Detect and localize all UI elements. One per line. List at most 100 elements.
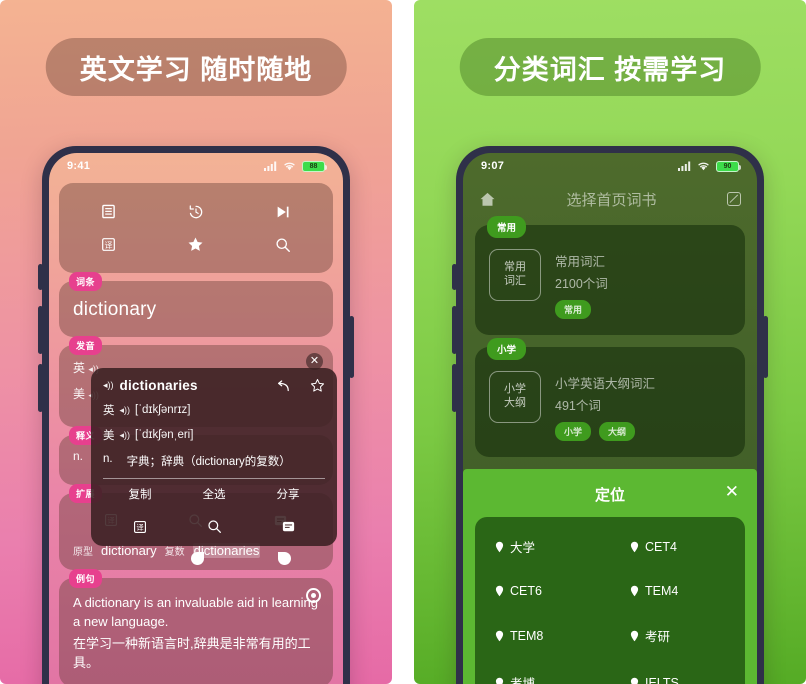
phone-right-volume-up-button[interactable] xyxy=(452,306,457,354)
book-word-count: 491个词 xyxy=(555,399,601,413)
status-bar-left: 9:41 88 xyxy=(49,153,343,179)
status-time: 9:41 xyxy=(67,160,91,172)
wifi-icon xyxy=(697,161,710,171)
next-icon[interactable] xyxy=(275,204,291,220)
phone-left-mute-button[interactable] xyxy=(38,264,43,290)
popup-word: dictionaries xyxy=(119,378,198,393)
locate-option-label: CET4 xyxy=(645,539,677,554)
word-card-tag: 词条 xyxy=(69,272,103,291)
app-store-screenshot-pair: 英文学习 随时随地 9:41 88 译 词条 dictionary 发音 ✕ 英… xyxy=(0,0,806,684)
popup-action-copy[interactable]: 复制 xyxy=(103,486,177,502)
book-chips: 常用 xyxy=(555,300,608,319)
phone-left-volume-up-button[interactable] xyxy=(38,306,43,354)
book-chip: 大纲 xyxy=(599,422,636,441)
book-thumbnail: 小学 大纲 xyxy=(489,371,541,423)
star-outline-icon[interactable] xyxy=(310,378,325,393)
phone-right-volume-down-button[interactable] xyxy=(452,364,457,412)
popup-action-share[interactable]: 分享 xyxy=(251,486,325,502)
book-thumbnail-line1: 常用 xyxy=(504,261,526,274)
book-row: 小学 大纲 小学英语大纲词汇 491个词 小学 大纲 xyxy=(489,371,731,441)
example-english: A dictionary is an invaluable aid in lea… xyxy=(73,595,318,629)
undo-icon[interactable] xyxy=(274,379,290,393)
pin-icon xyxy=(495,585,504,597)
locate-option-label: IELTS xyxy=(645,675,679,684)
home-icon[interactable] xyxy=(479,191,496,208)
locate-option[interactable]: 考研 xyxy=(610,612,745,659)
pin-icon xyxy=(630,630,639,642)
popup-definition: 字典；辞典（dictionary的复数） xyxy=(126,456,291,468)
locate-options-grid: 大学 CET4 CET6 TEM4 TEM8 考研 考博 IELTS xyxy=(475,517,745,684)
status-time: 9:07 xyxy=(481,160,505,172)
pin-icon xyxy=(630,585,639,597)
signal-icon xyxy=(678,161,691,171)
locate-option[interactable]: CET6 xyxy=(475,570,610,612)
status-bar-right: 9:07 90 xyxy=(463,153,757,179)
panel-left: 英文学习 随时随地 9:41 88 译 词条 dictionary 发音 ✕ 英… xyxy=(0,0,392,684)
status-indicators: 88 xyxy=(264,160,327,172)
locate-option[interactable]: IELTS xyxy=(610,659,745,684)
pron-uk-label: 英 xyxy=(73,361,86,375)
speaker-icon[interactable]: ◂)) xyxy=(120,430,131,441)
book-row: 常用 词汇 常用词汇 2100个词 常用 xyxy=(489,249,731,319)
word-card: 词条 dictionary xyxy=(59,272,333,337)
book-chip: 常用 xyxy=(555,300,592,319)
selection-handle-start[interactable] xyxy=(191,552,204,565)
pin-icon xyxy=(495,541,504,553)
popup-uk-row: 英 ◂)) [ˈdɪkʃənrɪz] xyxy=(103,402,325,418)
list-icon[interactable] xyxy=(101,204,116,219)
headline-right: 分类词汇 按需学习 xyxy=(459,38,761,96)
popup-pos: n. xyxy=(103,453,113,465)
edit-box-icon[interactable] xyxy=(726,192,741,206)
phone-right-content: 选择首页词书 常用 常用 词汇 常用词汇 2100个词 常用 小学 小学 大纲 … xyxy=(463,179,757,457)
close-icon[interactable]: ✕ xyxy=(725,483,739,500)
locate-option[interactable]: 大学 xyxy=(475,523,610,570)
locate-option-label: CET6 xyxy=(510,584,542,598)
book-card[interactable]: 小学 小学 大纲 小学英语大纲词汇 491个词 小学 大纲 xyxy=(475,338,745,457)
book-thumbnail-line2: 词汇 xyxy=(504,275,526,287)
book-card[interactable]: 常用 常用 词汇 常用词汇 2100个词 常用 xyxy=(475,216,745,335)
pronunciation-card-tag: 发音 xyxy=(69,336,103,355)
headline-left: 英文学习 随时随地 xyxy=(45,38,347,96)
popup-us-row: 美 ◂)) [ˈdɪkʃənˌeri] xyxy=(103,427,325,443)
popup-icon-row: 译 xyxy=(103,511,325,546)
svg-text:译: 译 xyxy=(136,523,144,532)
pron-us-label: 美 xyxy=(73,387,86,401)
battery-icon: 90 xyxy=(716,160,741,172)
panel-right: 分类词汇 按需学习 9:07 90 选择首页词书 常用 常用 词汇 常用词汇 2… xyxy=(414,0,806,684)
popup-us-label: 美 xyxy=(103,430,115,442)
phone-right: 9:07 90 选择首页词书 常用 常用 词汇 常用词汇 2100个词 常用 小… xyxy=(452,146,768,684)
phone-right-mute-button[interactable] xyxy=(452,264,457,290)
popup-action-select-all[interactable]: 全选 xyxy=(177,486,251,502)
page-title: 选择首页词书 xyxy=(566,191,657,209)
popup-uk-label: 英 xyxy=(103,405,115,417)
pin-icon xyxy=(630,677,639,684)
phone-left-volume-down-button[interactable] xyxy=(38,364,43,412)
history-icon[interactable] xyxy=(188,204,204,220)
record-icon[interactable] xyxy=(306,588,321,603)
book-chips: 小学 大纲 xyxy=(555,422,655,441)
phone-right-power-button[interactable] xyxy=(763,316,768,378)
pin-icon xyxy=(495,630,504,642)
svg-text:译: 译 xyxy=(105,241,113,250)
search-icon[interactable] xyxy=(207,519,222,534)
speaker-icon[interactable]: ◂)) xyxy=(120,405,131,416)
search-icon[interactable] xyxy=(275,237,291,253)
locate-option-label: 考研 xyxy=(645,630,671,644)
speaker-icon[interactable]: ◂)) xyxy=(103,380,114,391)
translate-icon[interactable]: 译 xyxy=(133,520,147,534)
star-icon[interactable] xyxy=(187,236,204,253)
phone-left-power-button[interactable] xyxy=(349,316,354,378)
book-word-count: 2100个词 xyxy=(555,277,608,291)
phone-right-screen: 9:07 90 选择首页词书 常用 常用 词汇 常用词汇 2100个词 常用 小… xyxy=(463,153,757,684)
locate-sheet-header: 定位 ✕ xyxy=(475,479,745,509)
book-thumbnail-line1: 小学 xyxy=(504,383,526,396)
locate-option[interactable]: CET4 xyxy=(610,523,745,570)
pin-icon xyxy=(630,541,639,553)
locate-sheet: 定位 ✕ 大学 CET4 CET6 TEM4 TEM8 考研 考博 IELTS xyxy=(463,469,757,684)
note-icon[interactable] xyxy=(281,519,296,534)
locate-option[interactable]: TEM8 xyxy=(475,612,610,659)
selection-handle-end[interactable] xyxy=(278,552,291,565)
locate-option[interactable]: 考博 xyxy=(475,659,610,684)
translate-icon[interactable]: 译 xyxy=(101,237,116,252)
locate-option[interactable]: TEM4 xyxy=(610,570,745,612)
